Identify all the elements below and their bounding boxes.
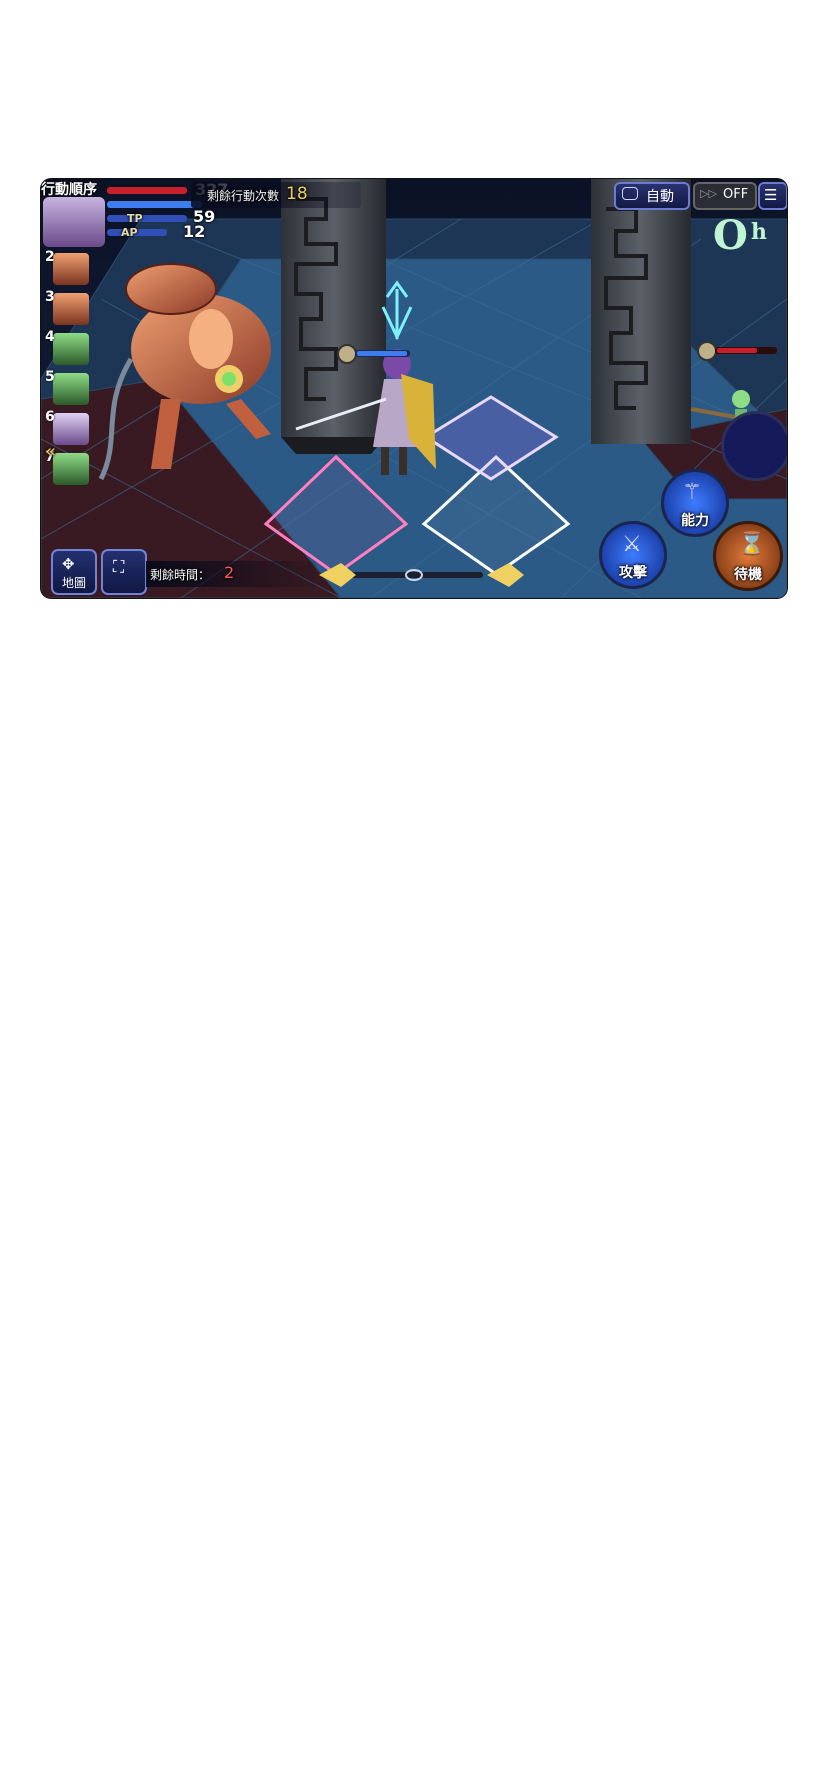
remaining-time-panel: 剩餘時間： 2 — [146, 561, 316, 587]
remaining-time-value: 2 — [224, 563, 235, 582]
tp-bar — [107, 215, 187, 222]
mp-bar — [107, 201, 202, 208]
hp-bar — [107, 187, 187, 194]
game-screen[interactable]: O h 行動順序 327 TP 59 AP 12 剩餘行動次數 18 自動 ▷▷… — [41, 179, 787, 598]
turn-queue-number: 5 — [45, 369, 55, 385]
map-arrows-icon: ✥ — [62, 555, 75, 573]
tp-label: TP — [127, 212, 143, 225]
wait-button[interactable]: ⌛ 待機 — [713, 521, 783, 591]
turn-queue-portrait-skeleton — [53, 453, 89, 485]
remaining-actions-value: 18 — [286, 184, 308, 204]
ability-button[interactable]: ⚚ 能力 — [661, 469, 729, 537]
ability-slot-empty[interactable] — [721, 411, 787, 481]
svg-text:h: h — [751, 219, 767, 245]
remaining-actions-panel: 剩餘行動次數 18 — [191, 182, 361, 208]
turn-queue-item[interactable]: 5 — [41, 369, 121, 409]
turn-queue-portrait-skeleton — [53, 333, 89, 365]
current-unit-portrait[interactable] — [43, 197, 105, 247]
turn-queue-portrait-machine — [53, 253, 89, 285]
ap-value: 12 — [183, 222, 206, 241]
ap-label: AP — [121, 226, 138, 239]
oh-emblem: O — [713, 212, 748, 259]
turn-queue-portrait-machine — [53, 293, 89, 325]
fast-forward-icon: ▷▷ — [700, 187, 717, 200]
menu-list-icon: ☰ — [764, 186, 778, 204]
turn-queue-item[interactable]: 2 — [41, 249, 121, 289]
menu-button[interactable]: ☰ — [758, 182, 787, 210]
hourglass-icon: ⌛ — [738, 532, 766, 557]
map-label: 地圖 — [61, 576, 86, 590]
auto-label: 自動 — [646, 189, 674, 205]
turn-queue-number: 3 — [45, 289, 55, 305]
auto-play-icon — [622, 187, 638, 200]
mace-icon: ⚚ — [682, 480, 702, 505]
ability-label: 能力 — [681, 513, 709, 529]
remaining-actions-label: 剩餘行動次數 — [207, 189, 280, 203]
sword-icon: ⚔ — [622, 532, 642, 557]
stone-pillar-left — [281, 179, 386, 454]
collapse-queue-icon[interactable]: « — [45, 441, 56, 462]
stone-pillar-right — [591, 179, 691, 444]
wait-label: 待機 — [734, 567, 762, 583]
turn-queue-number: 6 — [45, 409, 55, 425]
camera-view-icon: ⛶ — [113, 557, 125, 576]
turn-queue-number: 4 — [45, 329, 55, 345]
attack-label: 攻擊 — [619, 565, 647, 581]
turn-queue-number: 2 — [45, 249, 55, 265]
speed-toggle-button[interactable]: ▷▷ OFF — [693, 182, 757, 210]
remaining-time-label: 剩餘時間： — [150, 568, 211, 582]
turn-queue-portrait-skeleton — [53, 373, 89, 405]
turn-queue-item[interactable]: 4 — [41, 329, 121, 369]
turn-order-title: 行動順序 — [41, 182, 97, 198]
turn-queue-item[interactable]: 3 — [41, 289, 121, 329]
attack-button[interactable]: ⚔ 攻擊 — [599, 521, 667, 589]
map-button[interactable]: ✥ 地圖 — [51, 549, 97, 595]
auto-battle-button[interactable]: 自動 — [614, 182, 690, 210]
camera-button[interactable]: ⛶ — [101, 549, 147, 595]
turn-queue-portrait-hero — [53, 413, 89, 445]
speed-label: OFF — [723, 187, 749, 202]
